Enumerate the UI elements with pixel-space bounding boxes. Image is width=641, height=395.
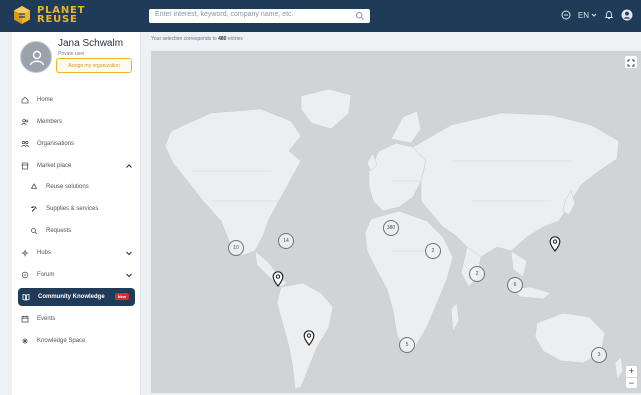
search-icon[interactable] [355,11,365,21]
sidebar-item-requests[interactable]: Requests [12,222,141,240]
map-pin-icon[interactable] [303,330,315,346]
sidebar-item-events[interactable]: Events [12,310,141,328]
header-actions: EN [561,9,633,21]
top-header: PLANET REUSE Enter interest, keyword, co… [0,0,641,32]
search-request-icon [31,228,38,235]
caption-suffix: entries [227,36,243,42]
assign-organization-button[interactable]: Assign my organization [56,58,132,73]
calendar-icon [21,315,29,323]
sidebar-item-label: Reuse solutions [46,184,89,190]
sidebar-item-forum[interactable]: Forum [12,266,141,284]
members-icon [21,119,29,126]
sidebar-item-label: Home [37,97,54,103]
hubs-icon [21,249,29,257]
wrench-icon [31,206,37,212]
map-cluster[interactable]: 14 [278,233,294,249]
new-badge: New [114,293,129,300]
minus-circle-icon[interactable] [561,10,571,20]
sidebar-item-reuse-solutions[interactable]: Reuse solutions [12,178,141,196]
sidebar-item-label: Market place [37,163,72,169]
recycle-icon [30,183,38,189]
fullscreen-icon [627,59,635,67]
sidebar-item-label: Hubs [37,250,52,256]
sidebar-item-label: Forum [37,272,55,278]
map-pin-icon[interactable] [549,236,561,252]
chevron-down-icon[interactable] [125,249,133,257]
sidebar: Jana Schwalm Private user Assign my orga… [12,32,141,395]
sidebar-item-knowledge-space[interactable]: Knowledge Space [12,332,141,350]
sidebar-item-label: Members [37,119,63,125]
search-placeholder: Enter interest, keyword, company name, e… [155,11,294,18]
zoom-out-button[interactable]: − [626,377,637,388]
map-cluster[interactable]: 380 [383,220,399,236]
sidebar-item-label: Community Knowledge [38,294,105,300]
sidebar-item-hubs[interactable]: Hubs [12,244,141,262]
sidebar-item-label: Events [37,316,56,322]
user-icon [29,50,45,66]
language-selector[interactable]: EN [578,11,597,20]
map-cluster[interactable]: 3 [591,347,607,363]
sidebar-item-label: Requests [46,228,72,234]
knowledge-space-icon [22,338,28,344]
organisations-icon [21,140,29,148]
sidebar-item-label: Organisations [37,141,75,147]
map-cluster[interactable]: 6 [507,277,523,293]
book-icon [22,294,30,301]
sidebar-item-organisations[interactable]: Organisations [12,135,141,153]
map-cluster[interactable]: 10 [228,240,244,256]
sidebar-item-supplies-services[interactable]: Supplies & services [12,200,141,218]
bell-icon[interactable] [604,10,614,20]
fullscreen-button[interactable] [625,56,637,68]
search-input[interactable]: Enter interest, keyword, company name, e… [149,9,370,23]
language-label: EN [577,10,589,20]
marketplace-icon [21,162,29,170]
logo-wordmark: PLANET REUSE [37,6,85,25]
home-icon [21,96,29,104]
chevron-down-icon[interactable] [125,271,133,279]
entries-count: 480 [218,36,227,42]
sidebar-item-community-knowledge[interactable]: Community Knowledge New [18,288,135,306]
user-role: Private user [58,51,85,57]
world-map[interactable]: 10 14 380 2 2 6 5 3 + − [151,51,641,393]
sidebar-item-label: Knowledge Space [37,338,86,344]
sidebar-item-members[interactable]: Members [12,113,141,131]
map-cluster[interactable]: 2 [425,243,441,259]
user-avatar-icon[interactable] [621,9,633,21]
map-pin-icon[interactable] [272,271,284,287]
sidebar-item-marketplace[interactable]: Market place [12,157,141,175]
map-cluster[interactable]: 5 [399,337,415,353]
planet-reuse-logo[interactable]: PLANET REUSE [12,5,85,25]
forum-icon [21,271,29,279]
chevron-up-icon[interactable] [125,162,133,170]
zoom-in-button[interactable]: + [626,366,637,377]
map-cluster[interactable]: 2 [469,266,485,282]
sidebar-item-home[interactable]: Home [12,91,141,109]
user-profile: Jana Schwalm Private user Assign my orga… [12,32,141,82]
zoom-controls: + − [626,366,637,388]
avatar[interactable] [20,41,52,73]
cube-logo-icon [14,6,30,24]
logo-line2: REUSE [37,14,78,25]
caption-prefix: Your selection corresponds to [151,36,217,42]
sidebar-item-label: Supplies & services [46,206,99,212]
map-result-caption: Your selection corresponds to 480 entrie… [151,36,243,42]
chevron-down-icon [591,13,597,17]
user-name: Jana Schwalm [58,38,124,49]
